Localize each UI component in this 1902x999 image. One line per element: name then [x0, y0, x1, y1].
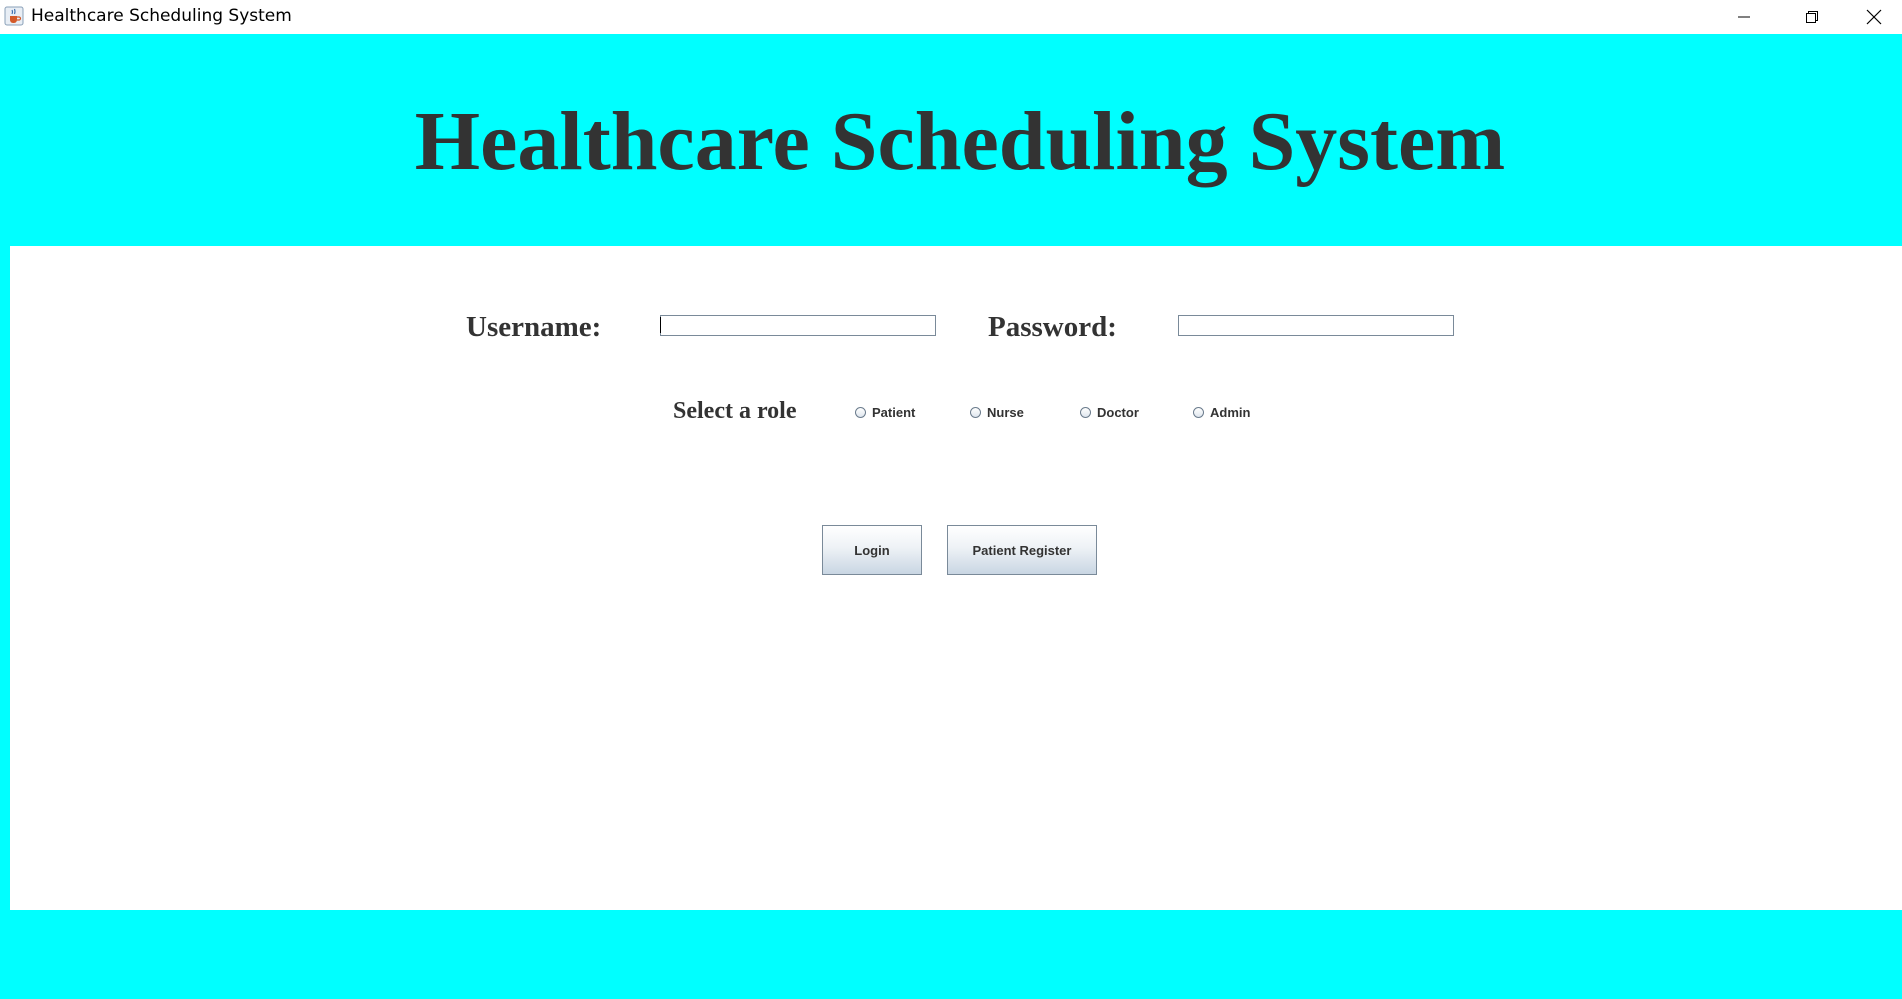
role-label: Select a role: [673, 398, 797, 424]
role-option-label: Nurse: [987, 405, 1024, 420]
password-input[interactable]: [1178, 315, 1454, 336]
role-option-label: Admin: [1210, 405, 1251, 420]
radio-circle-icon: [970, 407, 981, 418]
patient-register-button[interactable]: Patient Register: [947, 525, 1097, 575]
password-label: Password:: [988, 311, 1117, 343]
radio-circle-icon: [855, 407, 866, 418]
window-title: Healthcare Scheduling System: [31, 6, 292, 26]
restore-icon: [1805, 10, 1819, 24]
login-button[interactable]: Login: [822, 525, 922, 575]
footer-banner: [0, 910, 1902, 999]
app-window: Healthcare Scheduling System Healthcare …: [0, 0, 1902, 999]
close-icon: [1866, 9, 1882, 25]
close-button[interactable]: [1846, 0, 1902, 34]
login-panel: [10, 246, 1902, 910]
radio-circle-icon: [1193, 407, 1204, 418]
left-border: [0, 246, 10, 910]
header-banner: Healthcare Scheduling System: [0, 34, 1902, 246]
username-label: Username:: [466, 311, 602, 343]
role-radio-patient[interactable]: Patient: [855, 405, 915, 420]
page-title: Healthcare Scheduling System: [414, 95, 1506, 188]
text-caret: [660, 317, 661, 333]
minimize-button[interactable]: [1710, 0, 1778, 34]
role-radio-doctor[interactable]: Doctor: [1080, 405, 1139, 420]
username-input[interactable]: [660, 315, 936, 336]
role-option-label: Doctor: [1097, 405, 1139, 420]
java-cup-icon: [4, 6, 24, 26]
title-bar: Healthcare Scheduling System: [0, 0, 1902, 34]
minimize-icon: [1737, 10, 1751, 24]
radio-circle-icon: [1080, 407, 1091, 418]
role-radio-admin[interactable]: Admin: [1193, 405, 1250, 420]
role-radio-nurse[interactable]: Nurse: [970, 405, 1024, 420]
role-option-label: Patient: [872, 405, 916, 420]
restore-button[interactable]: [1778, 0, 1846, 34]
